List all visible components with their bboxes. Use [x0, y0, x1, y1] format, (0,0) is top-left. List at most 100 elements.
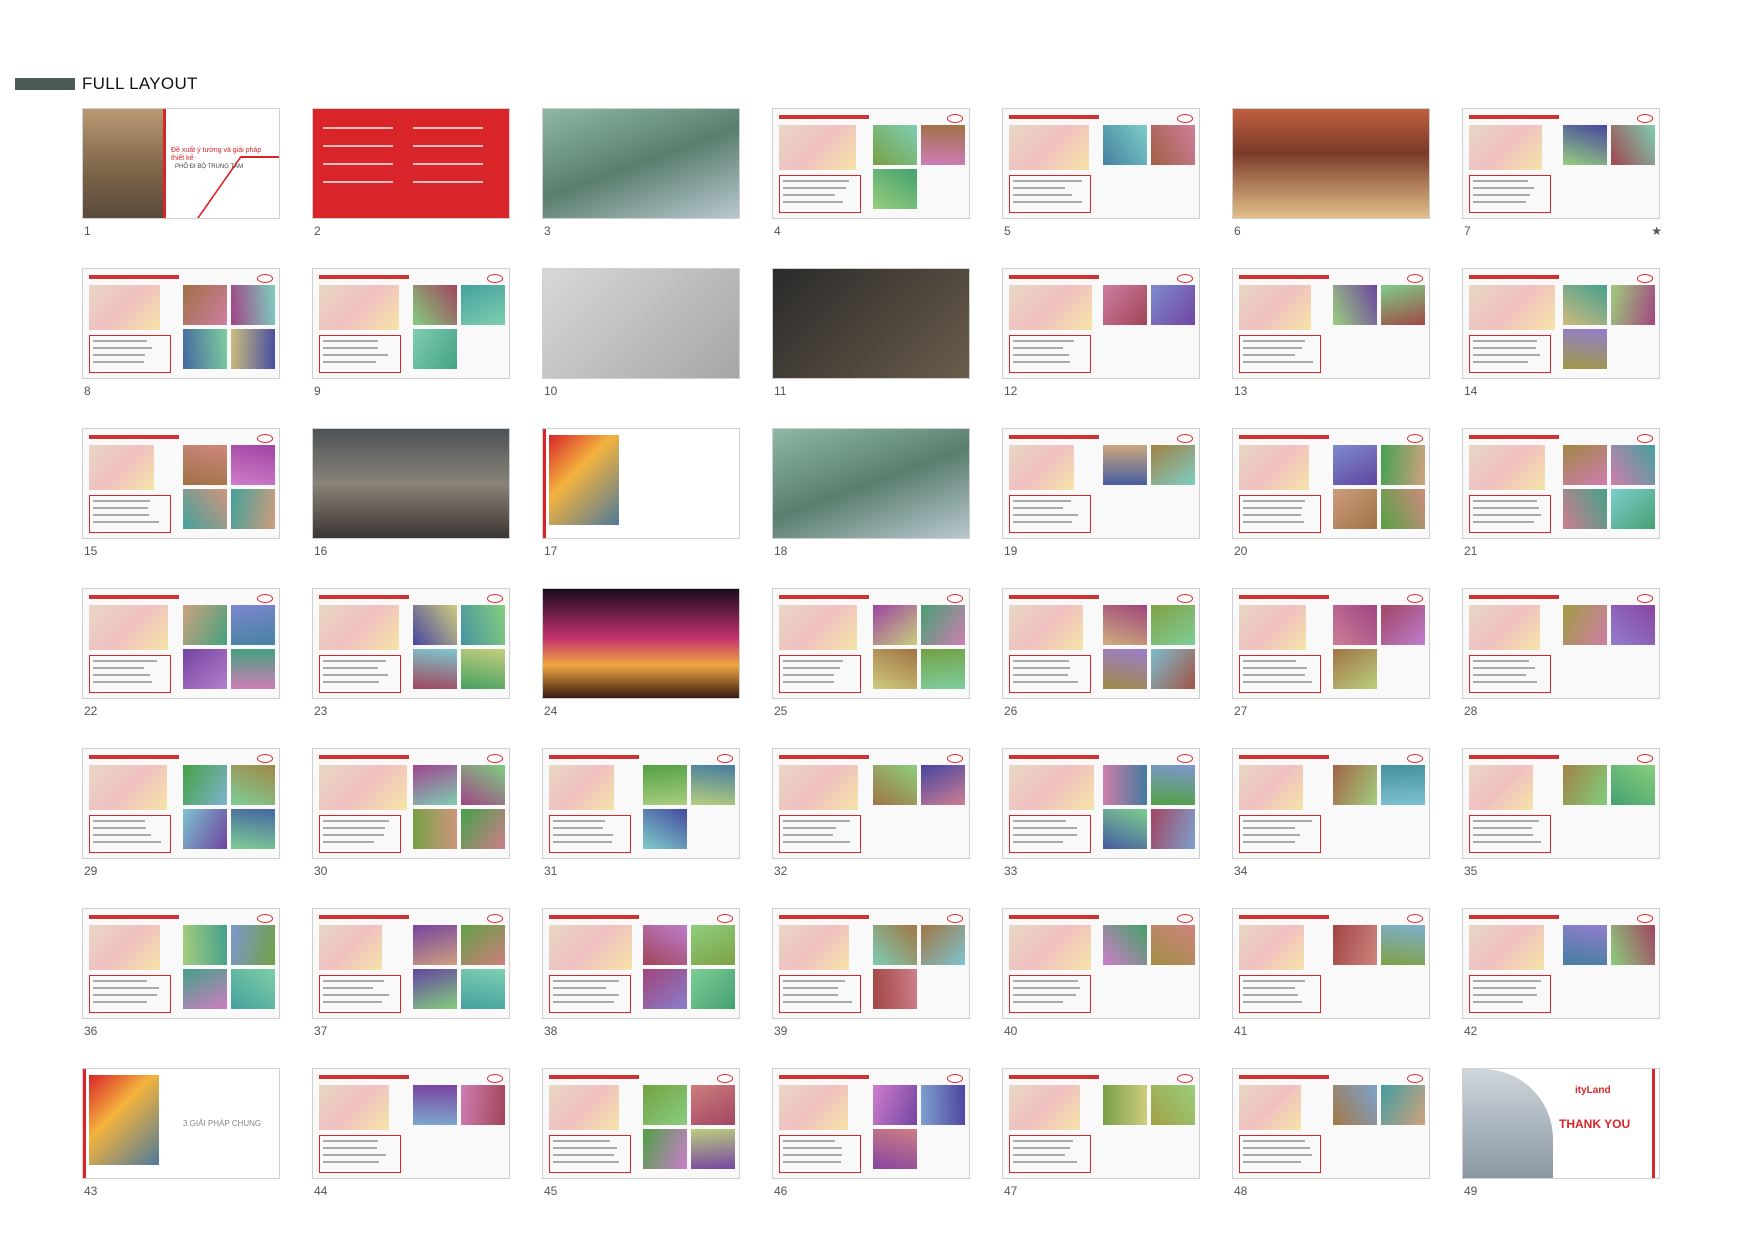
slide-preview[interactable] — [542, 108, 740, 219]
slide-thumbnail[interactable]: ityLand THANK YOU 49 — [1462, 1068, 1662, 1228]
slide-thumbnail[interactable]: 24 — [542, 588, 742, 748]
slide-preview[interactable] — [1232, 588, 1430, 699]
slide-thumbnail[interactable]: 28 — [1462, 588, 1662, 748]
slide-preview[interactable] — [312, 428, 510, 539]
slide-preview[interactable] — [1462, 748, 1660, 859]
slide-thumbnail[interactable]: 15 — [82, 428, 282, 588]
slide-thumbnail[interactable]: 35 — [1462, 748, 1662, 908]
slide-thumbnail[interactable]: 2 — [312, 108, 512, 268]
slide-preview[interactable] — [542, 908, 740, 1019]
slide-preview[interactable]: Đề xuất ý tưởng và giải pháp thiết kế PHỐ… — [82, 108, 280, 219]
slide-preview[interactable] — [1462, 108, 1660, 219]
slide-thumbnail[interactable]: 4 — [772, 108, 972, 268]
slide-thumbnail[interactable]: 21 — [1462, 428, 1662, 588]
slide-thumbnail[interactable]: 11 — [772, 268, 972, 428]
slide-thumbnail[interactable]: 32 — [772, 748, 972, 908]
slide-thumbnail[interactable]: 36 — [82, 908, 282, 1068]
slide-preview[interactable] — [82, 588, 280, 699]
slide-preview[interactable] — [1002, 748, 1200, 859]
slide-preview[interactable] — [312, 108, 510, 219]
slide-thumbnail[interactable]: 22 — [82, 588, 282, 748]
slide-thumbnail[interactable]: 5 — [1002, 108, 1202, 268]
slide-thumbnail[interactable]: 9 — [312, 268, 512, 428]
slide-preview[interactable]: ityLand THANK YOU — [1462, 1068, 1660, 1179]
slide-thumbnail[interactable]: 48 — [1232, 1068, 1432, 1228]
slide-preview[interactable] — [1002, 268, 1200, 379]
slide-preview[interactable] — [1232, 748, 1430, 859]
slide-preview[interactable] — [1002, 1068, 1200, 1179]
slide-thumbnail[interactable]: 39 — [772, 908, 972, 1068]
slide-thumbnail[interactable]: 37 — [312, 908, 512, 1068]
slide-thumbnail[interactable]: 34 — [1232, 748, 1432, 908]
slide-thumbnail[interactable]: 26 — [1002, 588, 1202, 748]
slide-thumbnail[interactable]: 3 — [542, 108, 742, 268]
slide-preview[interactable] — [82, 268, 280, 379]
slide-thumbnail[interactable]: 3.GIẢI PHÁP CHUNG 43 — [82, 1068, 282, 1228]
slide-preview[interactable] — [1002, 588, 1200, 699]
slide-thumbnail[interactable]: 29 — [82, 748, 282, 908]
slide-thumbnail[interactable]: 46 — [772, 1068, 972, 1228]
slide-preview[interactable] — [772, 428, 970, 539]
slide-preview[interactable] — [772, 748, 970, 859]
slide-preview[interactable] — [1002, 108, 1200, 219]
slide-preview[interactable] — [542, 1068, 740, 1179]
slide-thumbnail[interactable]: 47 — [1002, 1068, 1202, 1228]
slide-thumbnail[interactable]: 38 — [542, 908, 742, 1068]
slide-preview[interactable] — [82, 908, 280, 1019]
slide-preview[interactable] — [542, 748, 740, 859]
slide-thumbnail[interactable]: 12 — [1002, 268, 1202, 428]
slide-preview[interactable] — [82, 748, 280, 859]
slide-preview[interactable] — [1232, 108, 1430, 219]
slide-preview[interactable] — [1462, 428, 1660, 539]
slide-thumbnail[interactable]: 20 — [1232, 428, 1432, 588]
slide-preview[interactable] — [772, 108, 970, 219]
slide-preview[interactable] — [1232, 428, 1430, 539]
slide-thumbnail[interactable]: 25 — [772, 588, 972, 748]
slide-preview[interactable] — [312, 908, 510, 1019]
slide-preview[interactable] — [1002, 908, 1200, 1019]
slide-preview[interactable] — [542, 428, 740, 539]
slide-thumbnail[interactable]: 27 — [1232, 588, 1432, 748]
slide-preview[interactable] — [772, 1068, 970, 1179]
slide-preview[interactable] — [1462, 908, 1660, 1019]
slide-thumbnail[interactable]: 8 — [82, 268, 282, 428]
slide-preview[interactable] — [82, 428, 280, 539]
slide-text-line — [553, 1140, 610, 1142]
slide-thumbnail[interactable]: 31 — [542, 748, 742, 908]
slide-thumbnail[interactable]: 41 — [1232, 908, 1432, 1068]
slide-preview[interactable] — [312, 748, 510, 859]
slide-thumbnail[interactable]: 14 — [1462, 268, 1662, 428]
slide-thumbnail[interactable]: 13 — [1232, 268, 1432, 428]
slide-thumbnail[interactable]: 18 — [772, 428, 972, 588]
slide-preview[interactable] — [1232, 908, 1430, 1019]
slide-thumbnail[interactable]: 23 — [312, 588, 512, 748]
slide-preview[interactable] — [312, 268, 510, 379]
slide-thumbnail[interactable]: 30 — [312, 748, 512, 908]
slide-thumbnail[interactable]: 7 ★ — [1462, 108, 1662, 268]
slide-thumbnail[interactable]: 44 — [312, 1068, 512, 1228]
slide-preview[interactable] — [1002, 428, 1200, 539]
slide-preview[interactable] — [542, 588, 740, 699]
slide-preview[interactable] — [1462, 268, 1660, 379]
slide-preview[interactable]: 3.GIẢI PHÁP CHUNG — [82, 1068, 280, 1179]
slide-preview[interactable] — [312, 1068, 510, 1179]
slide-preview[interactable] — [1462, 588, 1660, 699]
slide-accent-line — [543, 429, 546, 538]
slide-thumbnail[interactable]: 16 — [312, 428, 512, 588]
slide-preview[interactable] — [772, 908, 970, 1019]
slide-thumbnail[interactable]: 45 — [542, 1068, 742, 1228]
slide-thumbnail[interactable]: 6 — [1232, 108, 1432, 268]
slide-thumbnail[interactable]: 33 — [1002, 748, 1202, 908]
slide-preview[interactable] — [542, 268, 740, 379]
slide-preview[interactable] — [772, 588, 970, 699]
slide-thumbnail[interactable]: 10 — [542, 268, 742, 428]
slide-thumbnail[interactable]: 17 — [542, 428, 742, 588]
slide-preview[interactable] — [1232, 1068, 1430, 1179]
slide-thumbnail[interactable]: 40 — [1002, 908, 1202, 1068]
slide-preview[interactable] — [1232, 268, 1430, 379]
slide-thumbnail[interactable]: 42 — [1462, 908, 1662, 1068]
slide-preview[interactable] — [312, 588, 510, 699]
slide-thumbnail[interactable]: Đề xuất ý tưởng và giải pháp thiết kế PHỐ… — [82, 108, 282, 268]
slide-thumbnail[interactable]: 19 — [1002, 428, 1202, 588]
slide-preview[interactable] — [772, 268, 970, 379]
